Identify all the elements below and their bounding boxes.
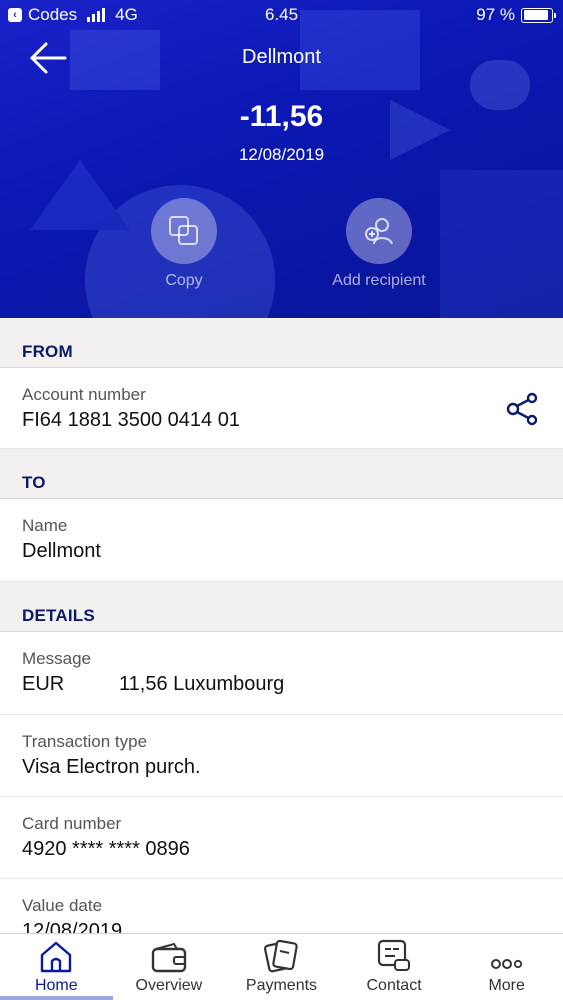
account-number-row: Account number FI64 1881 3500 0414 01 — [0, 368, 563, 449]
card-number-row: Card number 4920 **** **** 0896 — [0, 797, 563, 879]
status-bar: ‹ Codes 4G 6.45 97 % — [0, 0, 563, 30]
transaction-date: 12/08/2019 — [238, 145, 325, 164]
transaction-type-value: Visa Electron purch. — [22, 756, 201, 778]
nav-contact[interactable]: Contact — [338, 934, 451, 1000]
message-label: Message — [22, 649, 91, 668]
nav-more[interactable]: More — [450, 934, 563, 1000]
copy-label: Copy — [165, 272, 203, 289]
nav-payments-label: Payments — [245, 977, 318, 994]
copy-button[interactable]: Copy — [114, 198, 254, 290]
card-number-label: Card number — [22, 814, 122, 833]
transaction-type-label: Transaction type — [22, 732, 148, 751]
battery-percent: 97 % — [476, 5, 515, 24]
message-text: 11,56 Luxumbourg — [119, 673, 285, 695]
nav-home[interactable]: Home — [0, 934, 113, 1000]
transaction-details: FROM Account number FI64 1881 3500 0414 … — [0, 318, 563, 961]
add-recipient-button[interactable]: Add recipient — [309, 198, 449, 290]
nav-contact-label: Contact — [366, 977, 422, 994]
page-title: Dellmont — [242, 46, 321, 68]
nav-home-label: Home — [34, 977, 78, 994]
nav-overview[interactable]: Overview — [113, 934, 226, 1000]
battery-icon — [521, 7, 556, 23]
nav-more-label: More — [488, 977, 525, 994]
card-number-value: 4920 **** **** 0896 — [22, 838, 190, 860]
message-row: Message EUR 11,56 Luxumbourg — [0, 632, 563, 715]
nav-overview-label: Overview — [135, 977, 203, 994]
add-recipient-label: Add recipient — [332, 272, 426, 289]
transaction-header: ‹ Codes 4G 6.45 97 % Dellmont -11,56 12/… — [0, 0, 563, 318]
more-icon — [490, 959, 522, 969]
bottom-navigation: Home Overview Payments Contact More — [0, 933, 563, 1000]
account-number-value: FI64 1881 3500 0414 01 — [22, 409, 240, 431]
contact-icon — [377, 939, 411, 971]
copy-icon — [169, 216, 198, 245]
add-person-icon — [365, 218, 393, 245]
recipient-name-value: Dellmont — [22, 540, 101, 562]
message-currency: EUR — [22, 673, 65, 695]
transaction-type-row: Transaction type Visa Electron purch. — [0, 715, 563, 797]
recipient-name-label: Name — [22, 516, 68, 535]
section-title-details: DETAILS — [0, 582, 563, 632]
section-title-to: TO — [0, 449, 563, 499]
section-title-from: FROM — [0, 318, 563, 368]
wallet-icon — [151, 942, 187, 973]
nav-payments[interactable]: Payments — [225, 934, 338, 1000]
transaction-amount: -11,56 — [239, 100, 324, 133]
message-value: EUR 11,56 Luxumbourg — [22, 673, 541, 696]
account-number-label: Account number — [22, 385, 146, 404]
payments-icon — [264, 939, 299, 973]
value-date-label: Value date — [22, 896, 103, 915]
share-icon[interactable] — [505, 392, 539, 426]
home-icon — [41, 941, 72, 973]
recipient-name-row: Name Dellmont — [0, 499, 563, 582]
